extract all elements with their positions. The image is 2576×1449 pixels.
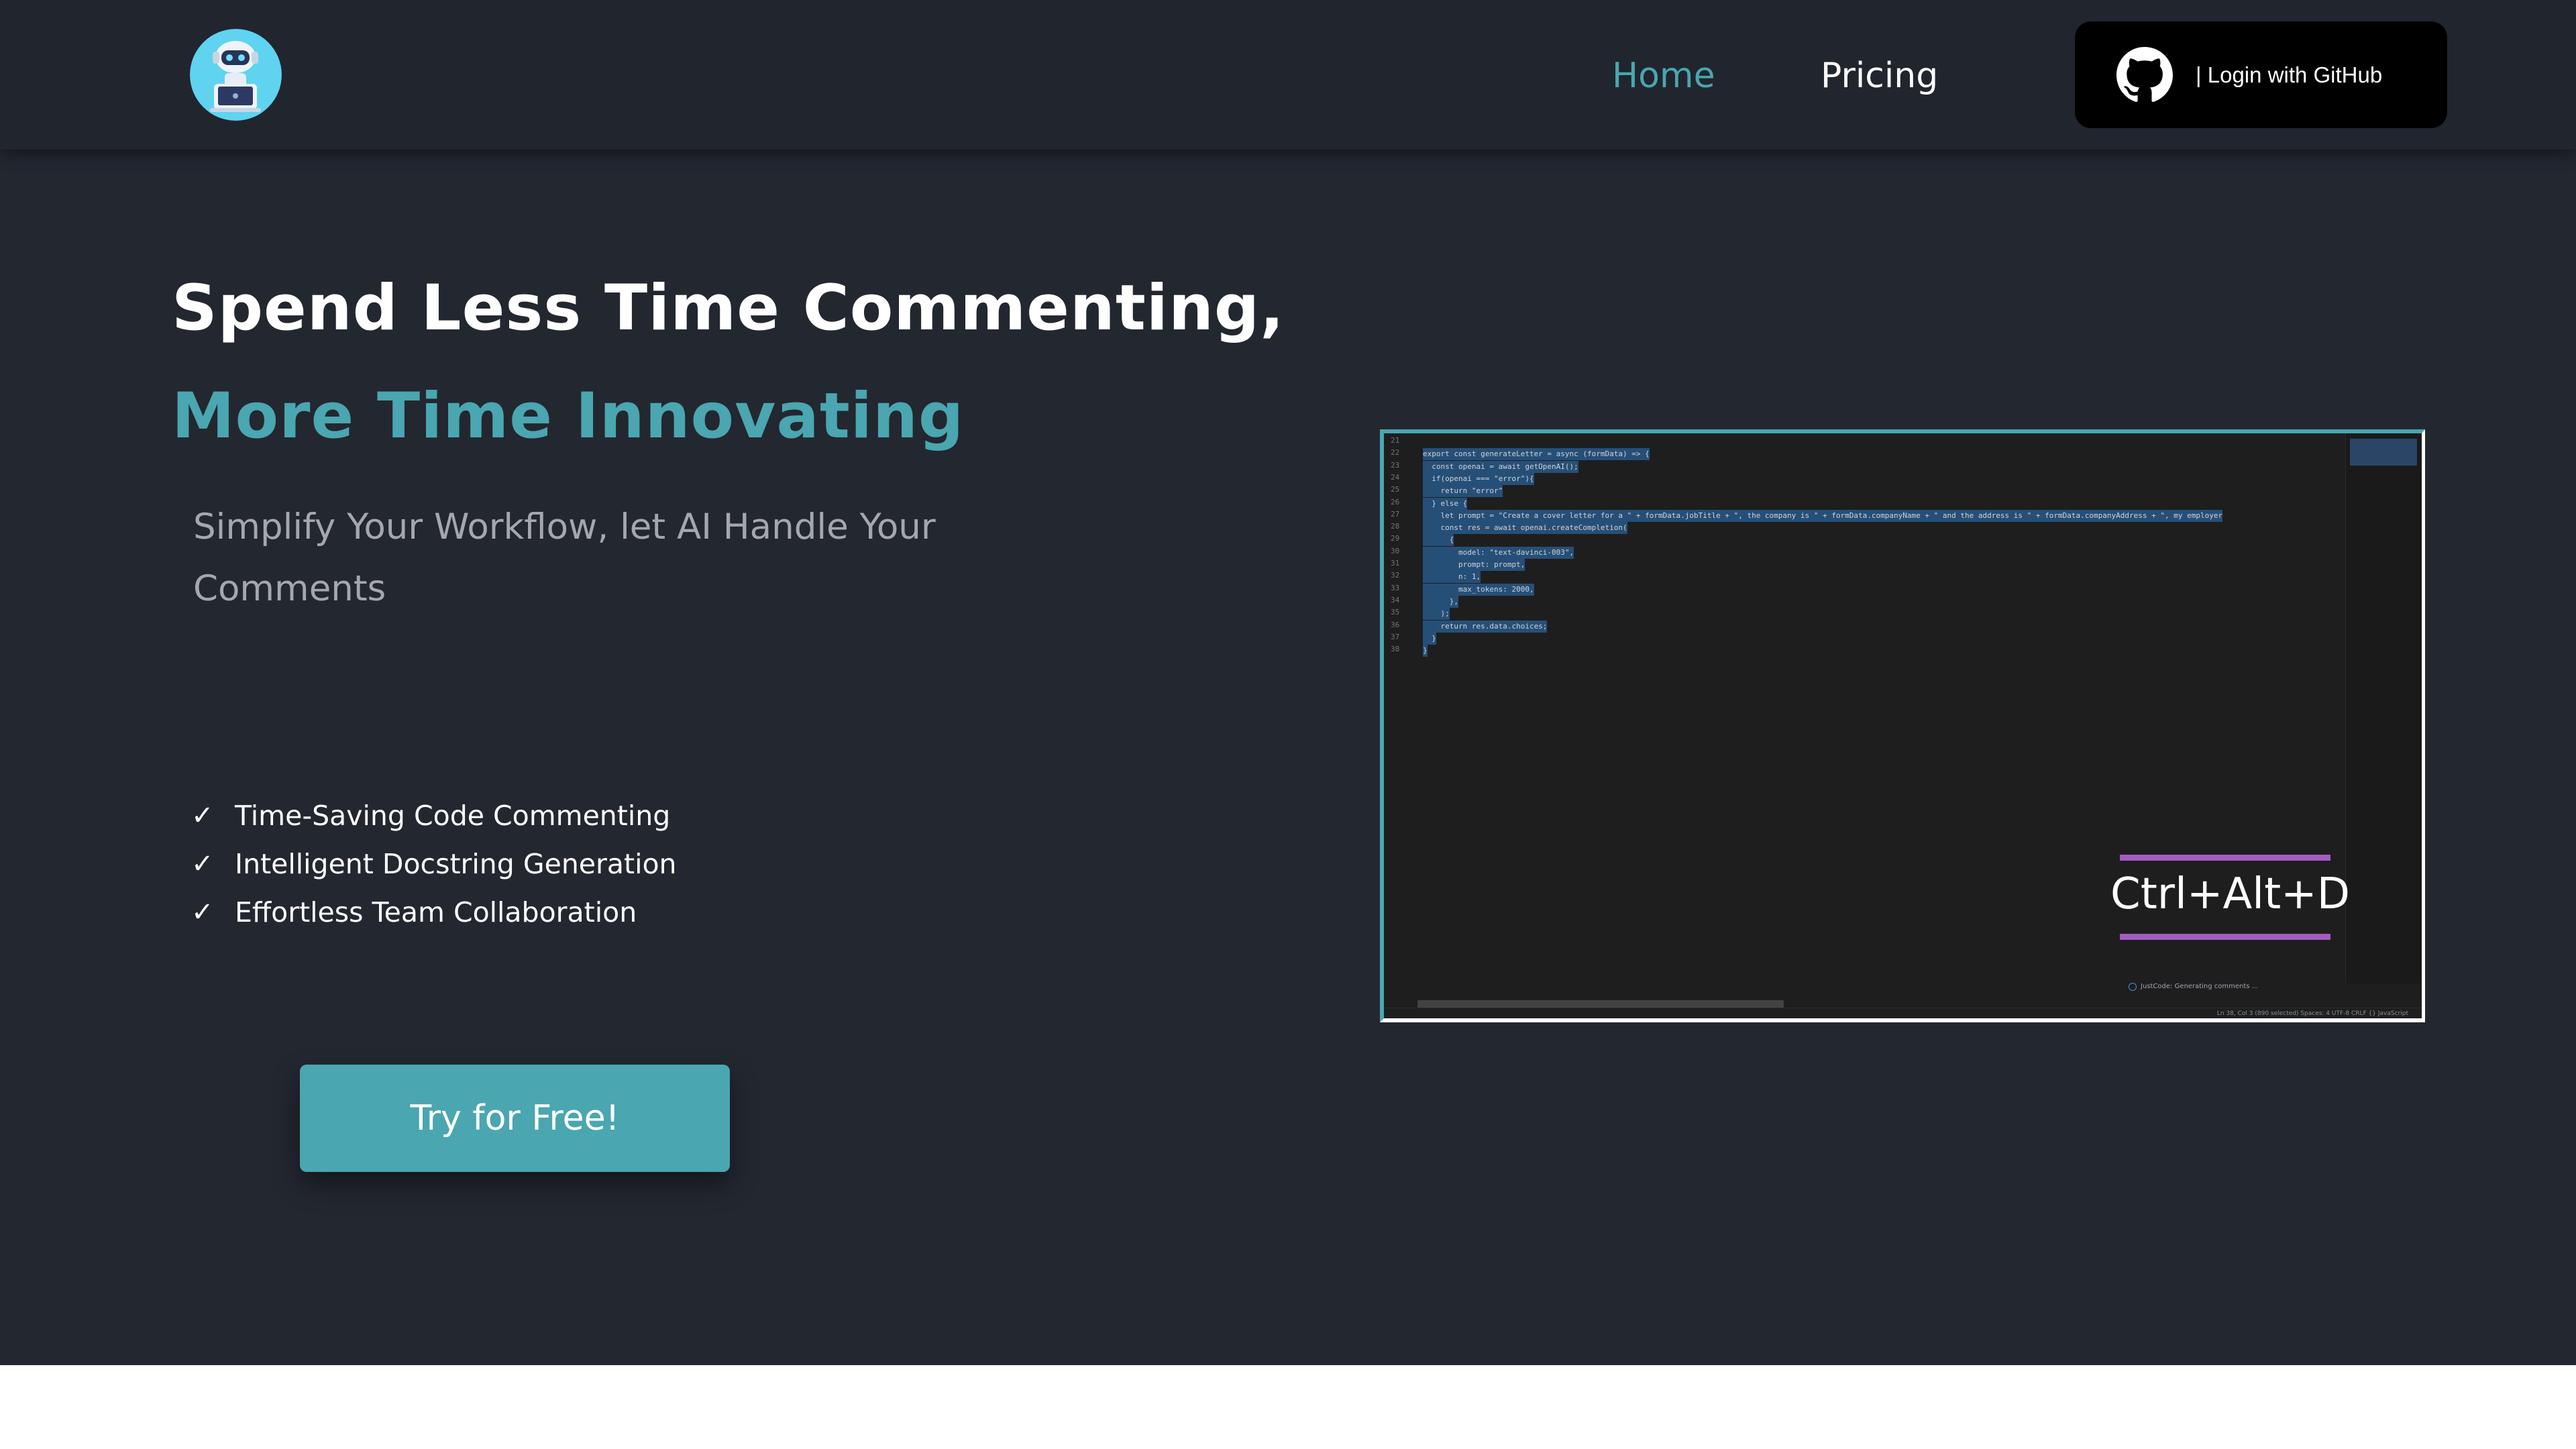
line-number: 31: [1391, 559, 1400, 568]
line-number: 22: [1391, 448, 1400, 458]
line-number: 32: [1391, 571, 1400, 580]
line-number-gutter: 21 22 23 24 25 26 27 28 29 30 31 32 33 34 35 36 37 38: [1384, 433, 1423, 1018]
code-line: return "error": [1423, 485, 1503, 498]
keyboard-shortcut-callout: Ctrl+Alt+D: [2110, 855, 2351, 941]
page: Spend Less Time Commenting, More Time In…: [0, 0, 2576, 1449]
checkmark-icon: ✓: [191, 849, 214, 879]
code-line: );: [1423, 608, 1450, 621]
minimap-selection: [2350, 439, 2417, 466]
code-line: const openai = await getOpenAI();: [1423, 460, 1578, 473]
headline-primary: Spend Less Time Commenting,: [172, 272, 1285, 345]
line-number: 26: [1391, 497, 1400, 506]
line-number: 38: [1391, 645, 1400, 654]
feature-item: ✓ Time-Saving Code Commenting: [191, 792, 677, 840]
code-line: }: [1423, 645, 1428, 657]
line-number: 25: [1391, 485, 1400, 494]
line-number: 28: [1391, 522, 1400, 531]
status-notification: JustCode: Generating comments ...: [2122, 978, 2343, 996]
feature-item: ✓ Effortless Team Collaboration: [191, 888, 677, 936]
code-line: model: "text-davinci-003",: [1423, 546, 1574, 559]
code-line: let prompt = "Create a cover letter for …: [1423, 509, 2223, 522]
line-number: 23: [1391, 460, 1400, 470]
navbar: Home Pricing | Login with GitHub: [0, 0, 2576, 150]
line-number: 36: [1391, 620, 1400, 629]
code-line: n: 1,: [1423, 571, 1481, 584]
line-number: 35: [1391, 608, 1400, 617]
login-with-github-button[interactable]: | Login with GitHub: [2075, 21, 2447, 128]
robot-mascot-icon[interactable]: [190, 29, 282, 121]
feature-list: ✓ Time-Saving Code Commenting ✓ Intellig…: [191, 792, 677, 936]
checkmark-icon: ✓: [191, 897, 214, 928]
code-line: export const generateLetter = async (for…: [1423, 448, 1650, 461]
editor-status-bar: Ln 38, Col 3 (890 selected) Spaces: 4 UT…: [1384, 1008, 2422, 1018]
checkmark-icon: ✓: [191, 800, 214, 831]
minimap: [2345, 433, 2422, 983]
line-number: 21: [1391, 436, 1400, 445]
line-number: 37: [1391, 632, 1400, 641]
line-number: 24: [1391, 472, 1400, 482]
code-line: }: [1423, 632, 1436, 645]
nav-link-pricing[interactable]: Pricing: [1821, 52, 1938, 99]
hero-subtitle: Simplify Your Workflow, let AI Handle Yo…: [193, 506, 936, 609]
shortcut-top-bar: [2120, 855, 2330, 861]
code-line: {: [1423, 534, 1454, 547]
try-for-free-button[interactable]: Try for Free!: [300, 1065, 730, 1172]
code-line: prompt: prompt,: [1423, 559, 1525, 571]
hero-section: Spend Less Time Commenting, More Time In…: [0, 0, 2576, 1365]
line-number: 30: [1391, 546, 1400, 555]
feature-label: Time-Saving Code Commenting: [235, 800, 671, 832]
login-label: | Login with GitHub: [2196, 62, 2383, 87]
code-line: if(openai === "error"){: [1423, 472, 1534, 485]
shortcut-label: Ctrl+Alt+D: [2110, 869, 2351, 919]
code-editor-preview: 21 22 23 24 25 26 27 28 29 30 31 32 33 34 35 36 37 38 exp…: [1384, 433, 2422, 1018]
line-number: 29: [1391, 534, 1400, 543]
line-number: 34: [1391, 595, 1400, 604]
notification-text: JustCode: Generating comments ...: [2141, 983, 2259, 990]
line-number: 33: [1391, 583, 1400, 592]
shortcut-bottom-bar: [2120, 934, 2330, 940]
line-number: 27: [1391, 509, 1400, 519]
nav-link-home[interactable]: Home: [1612, 52, 1715, 99]
feature-item: ✓ Intelligent Docstring Generation: [191, 840, 677, 888]
code-line: max_tokens: 2000,: [1423, 583, 1534, 596]
code-line: const res = await openai.createCompletio…: [1423, 522, 1627, 535]
status-bar-text: Ln 38, Col 3 (890 selected) Spaces: 4 UT…: [2216, 1010, 2408, 1017]
feature-label: Effortless Team Collaboration: [235, 896, 637, 928]
github-icon: [2116, 47, 2173, 103]
code-line: },: [1423, 595, 1458, 608]
code-line: return res.data.choices;: [1423, 620, 1548, 633]
code-line: } else {: [1423, 497, 1468, 510]
info-icon: [2129, 983, 2137, 991]
demo-screenshot: 21 22 23 24 25 26 27 28 29 30 31 32 33 34 35 36 37 38 exp…: [1380, 429, 2425, 1022]
headline-secondary: More Time Innovating: [172, 380, 965, 453]
feature-label: Intelligent Docstring Generation: [235, 848, 677, 880]
